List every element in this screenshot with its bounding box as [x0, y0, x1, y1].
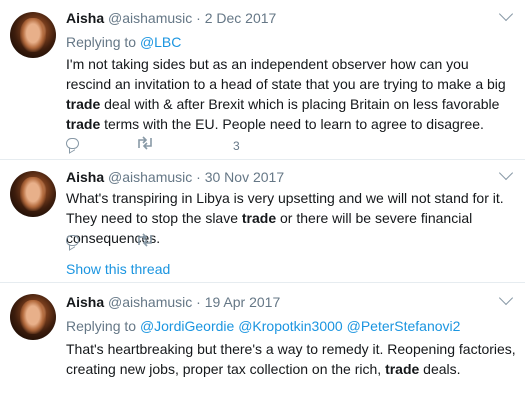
tweet-header: Aisha @aishamusic · 30 Nov 2017	[66, 168, 284, 186]
replying-to: Replying to @JordiGeordie @Kropotkin3000…	[66, 317, 460, 335]
replying-prefix: Replying to	[66, 34, 137, 50]
separator: ·	[192, 169, 205, 185]
retweet-icon[interactable]	[136, 233, 154, 247]
replying-prefix: Replying to	[66, 318, 137, 334]
tweet[interactable]: Aisha @aishamusic · 30 Nov 2017 What's t…	[0, 160, 525, 283]
chevron-down-icon[interactable]	[498, 290, 514, 306]
reply-icon[interactable]	[66, 138, 79, 149]
tweet-text: I'm not taking sides but as an independe…	[66, 56, 506, 132]
display-name[interactable]: Aisha	[66, 294, 104, 310]
chevron-down-icon[interactable]	[498, 165, 514, 181]
timestamp[interactable]: 2 Dec 2017	[205, 10, 277, 26]
separator: ·	[192, 294, 205, 310]
chevron-down-icon[interactable]	[498, 6, 514, 22]
tweet-feed: Aisha @aishamusic · 2 Dec 2017 Replying …	[0, 0, 525, 402]
timestamp[interactable]: 19 Apr 2017	[205, 294, 281, 310]
like-count[interactable]: 3	[233, 139, 240, 153]
reply-icon[interactable]	[66, 235, 79, 246]
retweet-icon[interactable]	[136, 136, 154, 150]
handle[interactable]: @aishamusic	[108, 294, 192, 310]
avatar[interactable]	[10, 12, 56, 58]
tweet-header: Aisha @aishamusic · 19 Apr 2017	[66, 293, 280, 311]
mention-link[interactable]: @LBC	[140, 34, 181, 50]
display-name[interactable]: Aisha	[66, 169, 104, 185]
mention-link[interactable]: @JordiGeordie	[140, 318, 234, 334]
tweet-text: That's heartbreaking but there's a way t…	[66, 341, 516, 377]
tweet[interactable]: Aisha @aishamusic · 2 Dec 2017 Replying …	[0, 0, 525, 160]
separator: ·	[192, 10, 205, 26]
handle[interactable]: @aishamusic	[108, 10, 192, 26]
timestamp[interactable]: 30 Nov 2017	[205, 169, 284, 185]
avatar[interactable]	[10, 171, 56, 217]
handle[interactable]: @aishamusic	[108, 169, 192, 185]
mention-link[interactable]: @Kropotkin3000	[238, 318, 343, 334]
tweet-header: Aisha @aishamusic · 2 Dec 2017	[66, 9, 276, 27]
mention-link[interactable]: @PeterStefanovi2	[347, 318, 461, 334]
tweet-text: What's transpiring in Libya is very upse…	[66, 190, 504, 246]
show-thread-link[interactable]: Show this thread	[66, 260, 170, 278]
tweet[interactable]: Aisha @aishamusic · 19 Apr 2017 Replying…	[0, 283, 525, 402]
avatar[interactable]	[10, 294, 56, 340]
replying-to: Replying to @LBC	[66, 33, 181, 51]
display-name[interactable]: Aisha	[66, 10, 104, 26]
